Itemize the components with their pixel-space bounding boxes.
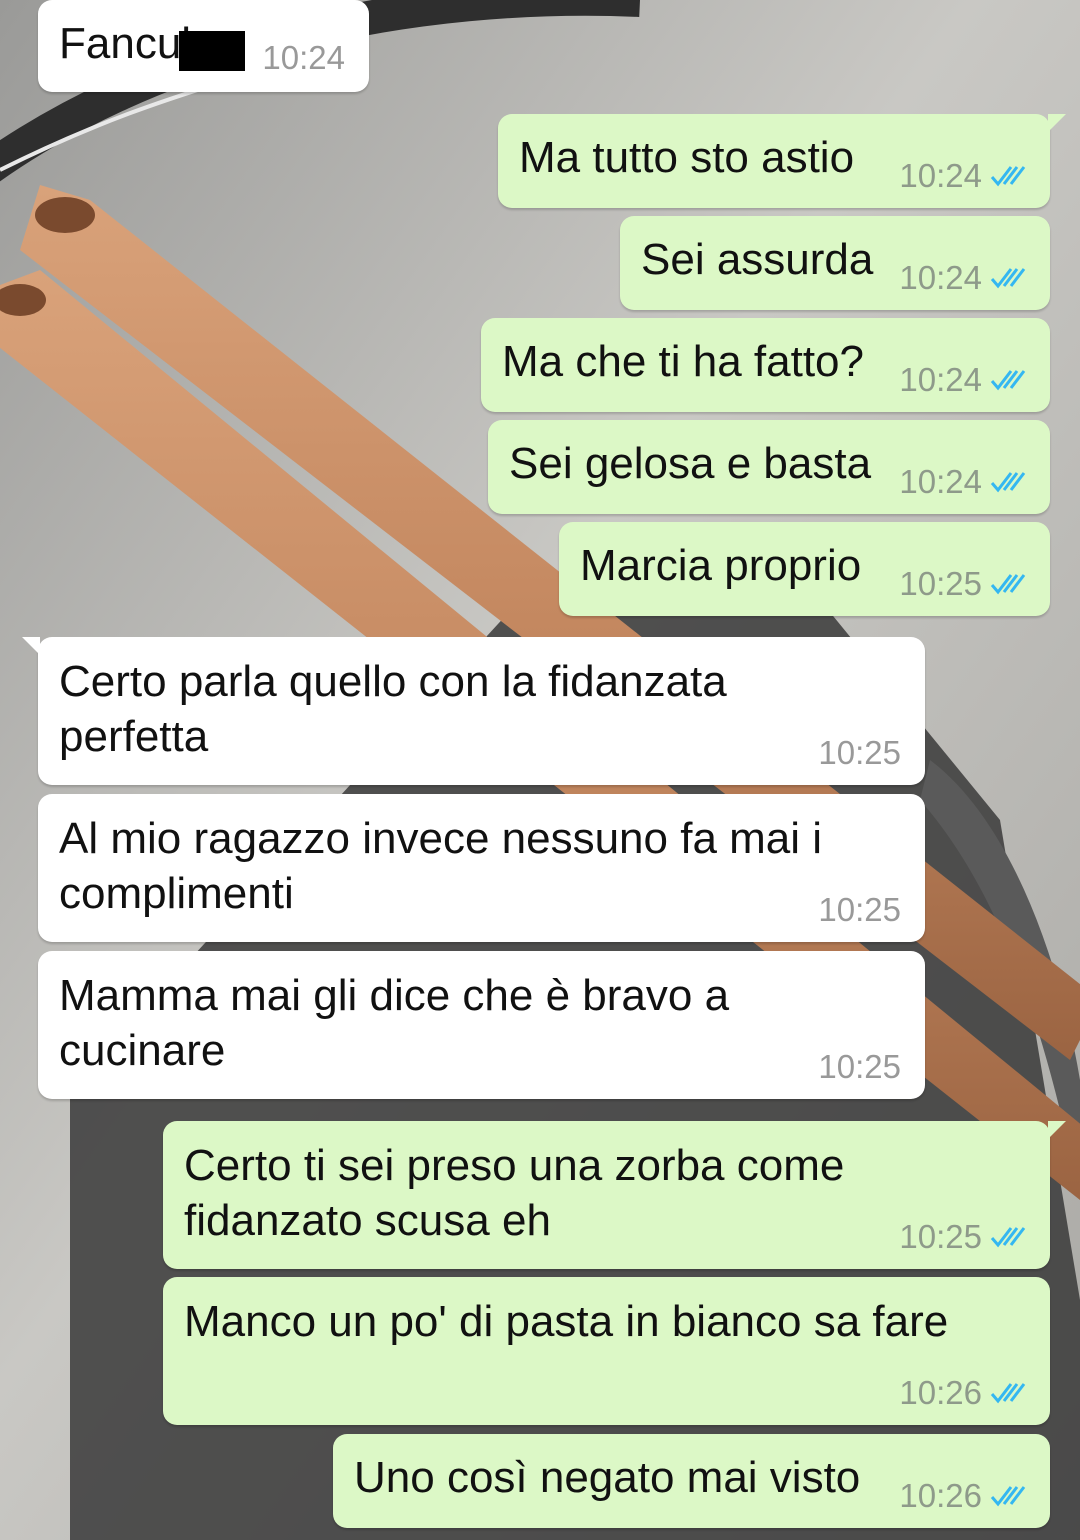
message-time: 10:24 (899, 157, 982, 194)
message-meta: 10:24 (262, 40, 345, 76)
read-double-check-icon (990, 268, 1026, 289)
message-text: Al mio ragazzo invece nessuno fa mai i c… (59, 811, 822, 921)
message-text-line: fidanzato scusa eh (184, 1196, 551, 1245)
redaction-bar (179, 31, 245, 71)
message-bubble-outgoing[interactable]: Ma tutto sto astio 10:24 (498, 114, 1066, 208)
message-time: 10:25 (818, 1048, 901, 1085)
message-meta: 10:24 (899, 464, 1030, 500)
message-text: Manco un po' di pasta in bianco sa fare (184, 1297, 949, 1346)
read-double-check-icon (990, 1486, 1026, 1507)
message-time: 10:25 (899, 1218, 982, 1255)
message-bubble-incoming[interactable]: Al mio ragazzo invece nessuno fa mai i c… (38, 794, 925, 942)
message-meta: 10:26 (899, 1478, 1030, 1514)
bubble-tail (22, 637, 40, 655)
message-meta: 10:25 (899, 566, 1030, 602)
message-time: 10:26 (899, 1374, 982, 1411)
message-text: Certo ti sei preso una zorba come fidanz… (184, 1138, 844, 1248)
message-time: 10:24 (899, 463, 982, 500)
message-text: Sei assurda (641, 235, 874, 284)
message-time: 10:26 (899, 1477, 982, 1514)
message-bubble-outgoing[interactable]: Ma che ti ha fatto? 10:24 (481, 318, 1050, 412)
message-text-line: Mamma mai gli dice che è bravo a (59, 971, 730, 1020)
message-text: Certo parla quello con la fidanzata perf… (59, 654, 727, 764)
bubble-tail (1048, 114, 1066, 132)
read-double-check-icon (990, 472, 1026, 493)
message-text: Mamma mai gli dice che è bravo a cucinar… (59, 968, 729, 1078)
message-meta: 10:24 (899, 158, 1030, 194)
message-bubble-incoming[interactable]: Mamma mai gli dice che è bravo a cucinar… (38, 951, 925, 1099)
read-double-check-icon (990, 166, 1026, 187)
read-double-check-icon (990, 370, 1026, 391)
message-bubble-outgoing[interactable]: Sei gelosa e basta 10:24 (488, 420, 1050, 514)
message-bubble-incoming[interactable]: Fanculo 10:24 (38, 0, 369, 92)
message-time: 10:24 (899, 259, 982, 296)
message-time: 10:24 (899, 361, 982, 398)
message-text-line: complimenti (59, 869, 294, 918)
message-meta: 10:24 (899, 260, 1030, 296)
message-time: 10:25 (899, 565, 982, 602)
message-time: 10:25 (818, 891, 901, 928)
message-text: Sei gelosa e basta (509, 439, 872, 488)
message-bubble-outgoing[interactable]: Marcia proprio 10:25 (559, 522, 1050, 616)
message-text-line: perfetta (59, 712, 209, 761)
message-time: 10:24 (262, 39, 345, 76)
chat-conversation: Fanculo 10:24 Ma tutto sto astio 10:24 S… (0, 0, 1080, 1540)
message-bubble-incoming[interactable]: Certo parla quello con la fidanzata perf… (22, 637, 925, 785)
message-text: Marcia proprio (580, 541, 862, 590)
message-bubble-outgoing[interactable]: Sei assurda 10:24 (620, 216, 1050, 310)
read-double-check-icon (990, 574, 1026, 595)
message-text-line: Certo ti sei preso una zorba come (184, 1141, 845, 1190)
message-bubble-outgoing[interactable]: Manco un po' di pasta in bianco sa fare … (163, 1277, 1050, 1425)
message-meta: 10:25 (818, 892, 901, 928)
message-meta: 10:25 (899, 1219, 1030, 1255)
message-meta: 10:25 (818, 1049, 901, 1085)
message-text-line: Al mio ragazzo invece nessuno fa mai i (59, 814, 823, 863)
message-meta: 10:25 (818, 735, 901, 771)
message-text: Ma che ti ha fatto? (502, 337, 864, 386)
read-double-check-icon (990, 1227, 1026, 1248)
message-text: Uno così negato mai visto (354, 1453, 861, 1502)
bubble-tail (1048, 1121, 1066, 1139)
message-bubble-outgoing[interactable]: Uno così negato mai visto 10:26 (333, 1434, 1050, 1528)
message-text-line: cucinare (59, 1026, 226, 1075)
message-meta: 10:26 (899, 1375, 1030, 1411)
message-text: Ma tutto sto astio (519, 133, 855, 182)
message-meta: 10:24 (899, 362, 1030, 398)
message-bubble-outgoing[interactable]: Certo ti sei preso una zorba come fidanz… (163, 1121, 1066, 1269)
message-text-line: Certo parla quello con la fidanzata (59, 657, 727, 706)
read-double-check-icon (990, 1383, 1026, 1404)
message-time: 10:25 (818, 734, 901, 771)
